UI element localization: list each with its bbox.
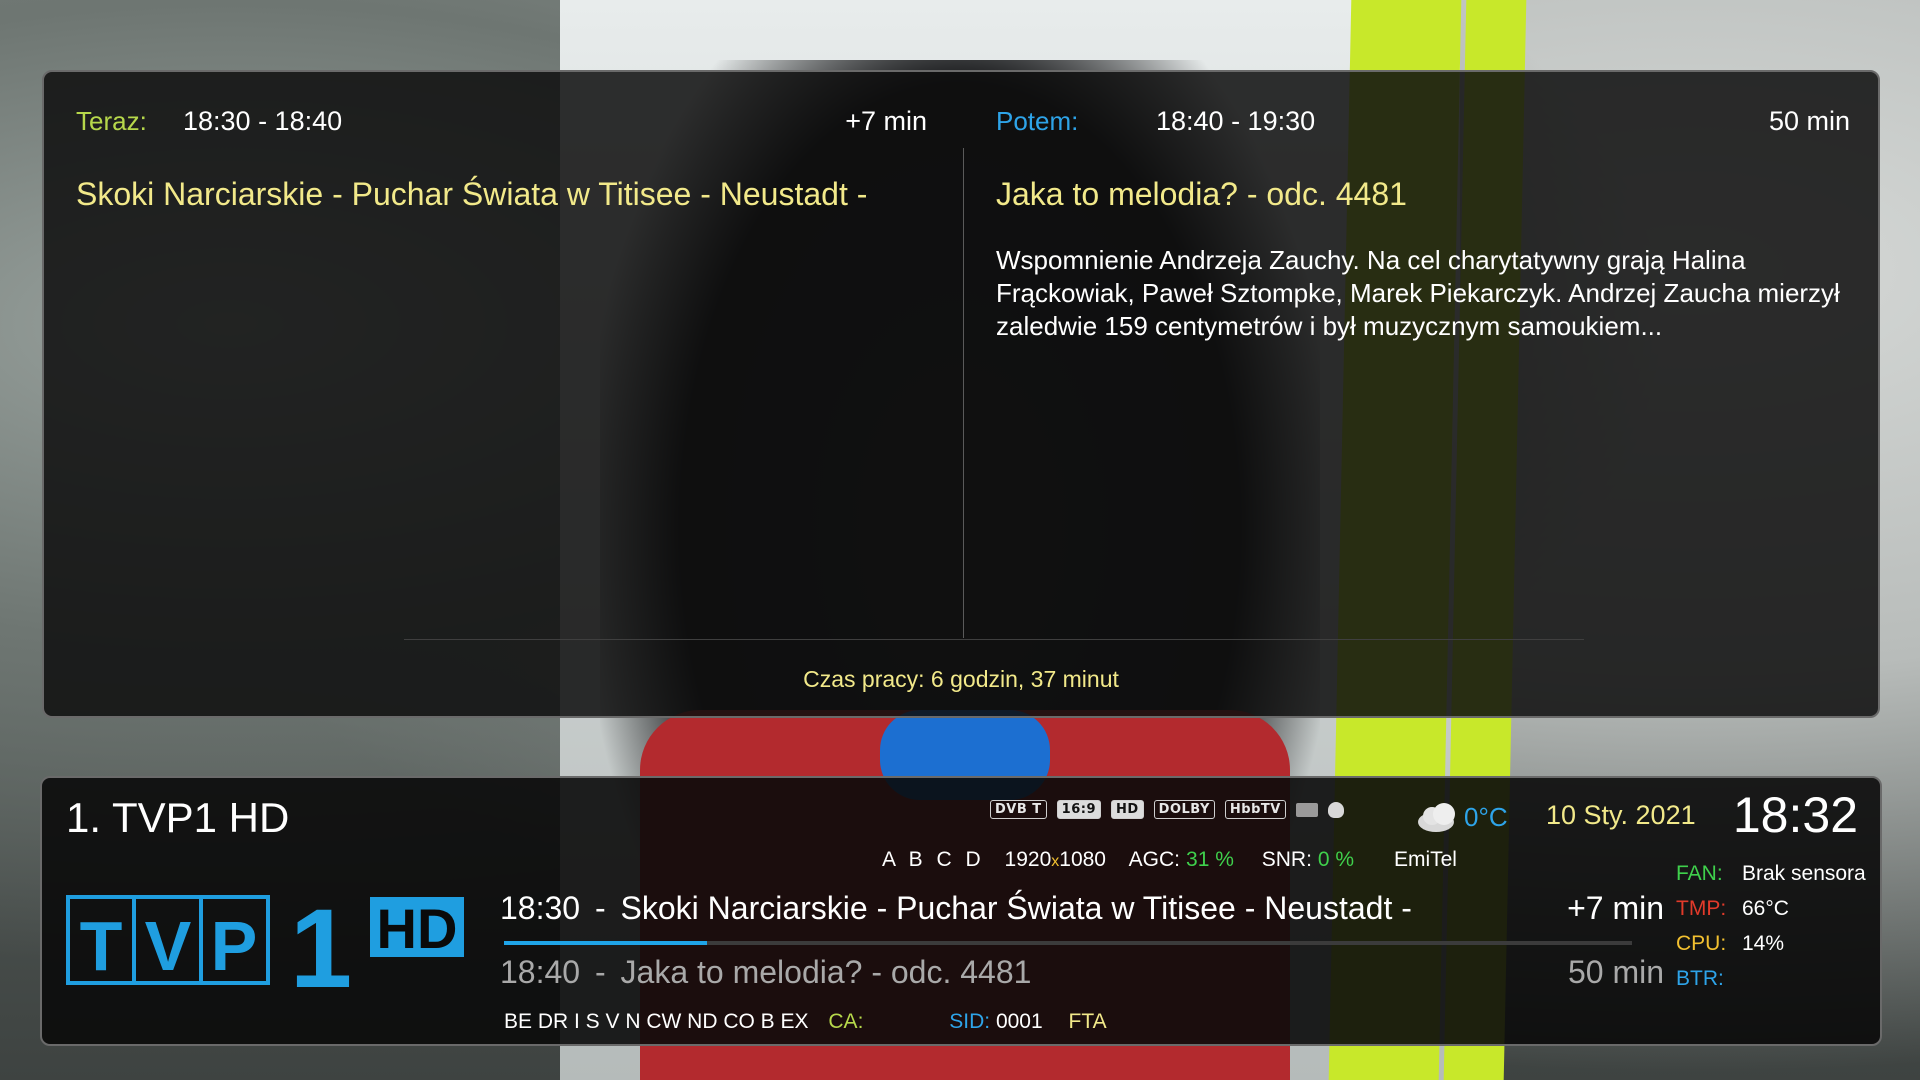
sid-value: 0001 (995, 1010, 1043, 1033)
aspect-16-9-icon: 16:9 (1056, 800, 1101, 819)
next-event-time: 18:40 (500, 954, 581, 990)
footer-divider (404, 639, 1584, 640)
now-duration: +7 min (845, 106, 927, 136)
logo-letter-t: T (80, 907, 123, 985)
weather-temperature: 0°C (1464, 802, 1508, 832)
clock: 18:32 (1732, 787, 1858, 843)
agc-label: AGC: (1128, 848, 1181, 871)
hbbtv-icon: HbbTV (1224, 800, 1286, 819)
provider-name: EmiTel (1393, 848, 1457, 871)
service-icons: DVB T 16:9 HD DOLBY HbbTV (990, 800, 1344, 819)
snr-label: SNR: (1261, 848, 1312, 871)
event-progress-bar (504, 941, 1632, 945)
channel-logo: T V P 1 HD (66, 890, 464, 990)
current-event-separator: - (594, 890, 606, 926)
channel-name: 1. TVP1 HD (66, 794, 290, 841)
current-event-time: 18:30 (500, 890, 581, 926)
logo-number: 1 (290, 890, 352, 990)
next-description: Wspomnienie Andrzeja Zauchy. Na cel char… (996, 245, 1840, 341)
next-duration: 50 min (1768, 106, 1850, 136)
event-progress-fill (504, 941, 708, 945)
cpu-value: 14% (1742, 932, 1785, 955)
current-event-duration: +7 min (1567, 890, 1664, 926)
next-event-title: Jaka to melodia? - odc. 4481 (620, 954, 1032, 990)
uptime-text: Czas pracy: 6 godzin, 37 minut (803, 666, 1119, 692)
ca-label: CA: (828, 1010, 864, 1033)
snr-value: 0 % (1317, 848, 1355, 871)
current-event: 18:30 - Skoki Narciarskie - Puchar Świat… (500, 890, 1664, 927)
fan-label: FAN: (1676, 862, 1723, 885)
current-event-title: Skoki Narciarskie - Puchar Świata w Titi… (620, 890, 1412, 926)
tmp-label: TMP: (1676, 897, 1727, 920)
cloudy-icon (1418, 803, 1455, 832)
next-event-separator: - (594, 954, 606, 990)
dolby-digital-icon: DOLBY (1153, 800, 1215, 819)
now-title: Skoki Narciarskie - Puchar Świata w Titi… (76, 176, 868, 212)
channel-infobar: 1. TVP1 HD DVB T 16:9 HD DOLBY HbbTV 0°C… (40, 776, 1882, 1046)
date-text: 10 Sty. 2021 (1546, 800, 1696, 830)
now-label: Teraz: (76, 106, 147, 136)
sid-label: SID: (949, 1010, 991, 1033)
column-divider (963, 148, 964, 638)
next-label: Potem: (996, 106, 1079, 136)
cpu-label: CPU: (1676, 932, 1727, 955)
hd-icon: HD (1111, 800, 1144, 819)
now-time: 18:30 - 18:40 (183, 106, 343, 136)
resolution-width: 1920 (1004, 848, 1052, 871)
flag-icon (1295, 802, 1318, 817)
cas-code-list: BE DR I S V N CW ND CO B EX (504, 1010, 809, 1033)
tmp-value: 66°C (1742, 897, 1789, 920)
resolution-height: 1080 (1059, 848, 1106, 871)
dvbt-icon: DVB T (990, 800, 1047, 819)
logo-hd: HD (377, 897, 458, 960)
logo-letter-v: V (145, 907, 192, 985)
fta-indicator: FTA (1068, 1010, 1107, 1033)
agc-value: 31 % (1186, 848, 1234, 871)
next-event-duration: 50 min (1567, 954, 1664, 990)
epg-info-panel: Teraz: 18:30 - 18:40 +7 min Skoki Narcia… (42, 70, 1880, 718)
next-title: Jaka to melodia? - odc. 4481 (996, 176, 1407, 212)
btr-label: BTR: (1676, 967, 1724, 990)
signal-info: A B C D 1920x1080 AGC: 31 % SNR: 0 % EmiTe… (882, 848, 1463, 872)
next-time: 18:40 - 19:30 (1156, 106, 1316, 136)
next-event: 18:40 - Jaka to melodia? - odc. 4481 50 … (500, 954, 1664, 991)
abcd-indicator: A B C D (882, 848, 985, 871)
fan-value: Brak sensora (1742, 862, 1866, 885)
logo-letter-p: P (211, 907, 258, 985)
alien-icon (1327, 801, 1344, 818)
cas-codes: BE DR I S V N CW ND CO B EX CA: SID: 000… (504, 1010, 1107, 1034)
